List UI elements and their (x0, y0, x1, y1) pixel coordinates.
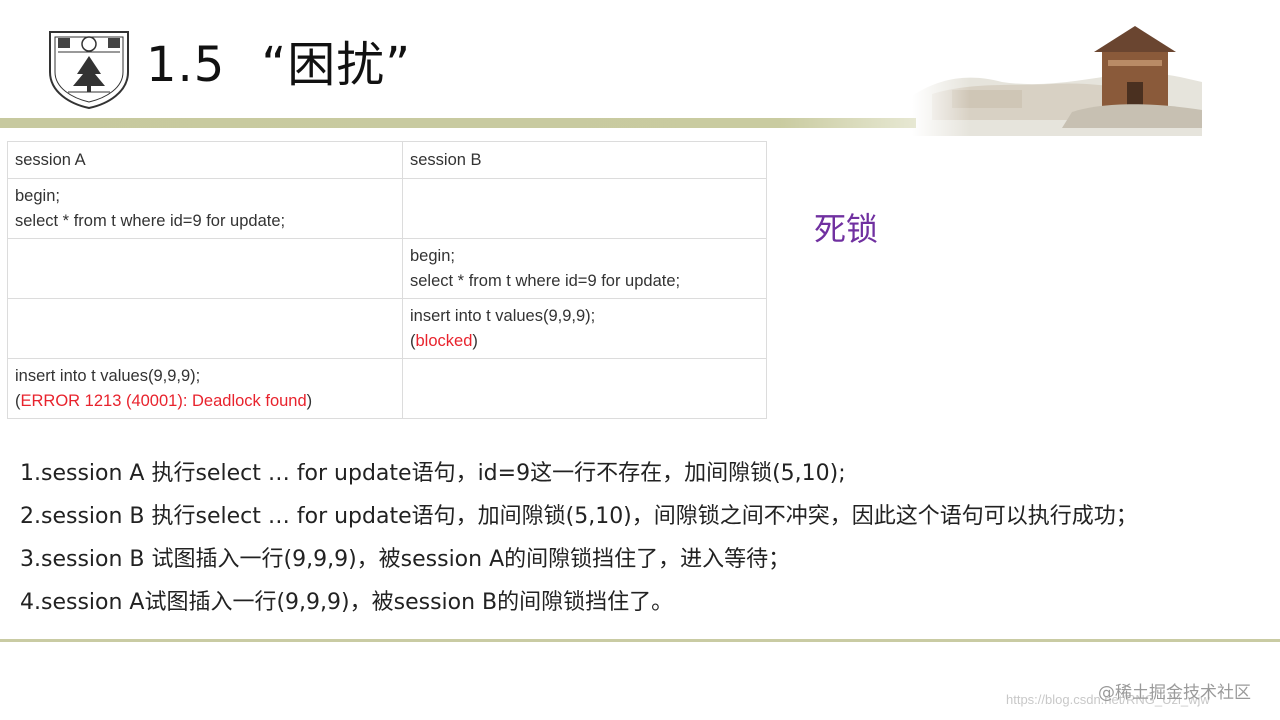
slide-title-text: “困扰” (261, 37, 412, 93)
table-row: begin; select * from t where id=9 for up… (7, 178, 767, 239)
table-header-row: session A session B (7, 141, 767, 179)
slide-title: 1.5 “困扰” (146, 30, 411, 100)
university-building-photo-icon (912, 16, 1202, 136)
deadlock-label: 死锁 (814, 210, 879, 248)
explanation-item: 2.session B 执行select … for update语句，加间隙锁… (20, 504, 1138, 529)
code-line: select * from t where id=9 for update; (15, 211, 286, 230)
watermark-brand: @稀土掘金技术社区 (1098, 683, 1251, 703)
code-line: insert into t values(9,9,9); (410, 306, 596, 325)
header-accent-band (0, 118, 916, 128)
session-b-cell (402, 178, 767, 239)
paren-close: ) (306, 391, 313, 410)
code-line: select * from t where id=9 for update; (410, 271, 681, 290)
deadlock-error: ERROR 1213 (40001): Deadlock found (20, 391, 307, 410)
paren-close: ) (472, 331, 478, 350)
session-b-cell (402, 358, 767, 419)
slide-number: 1.5 (146, 37, 226, 93)
explanation-item: 1.session A 执行select … for update语句，id=9… (20, 461, 846, 486)
session-table: session A session B begin; select * from… (7, 141, 767, 419)
explanation-item: 4.session A试图插入一行(9,9,9)，被session B的间隙锁挡… (20, 590, 674, 615)
code-line: begin; (15, 186, 60, 205)
explanation-list: 1.session A 执行select … for update语句，id=9… (20, 452, 1260, 624)
table-row: insert into t values(9,9,9); (blocked) (7, 298, 767, 359)
session-a-cell: begin; select * from t where id=9 for up… (7, 178, 403, 239)
explanation-item: 3.session B 试图插入一行(9,9,9)，被session A的间隙锁… (20, 547, 791, 572)
session-a-cell (7, 238, 403, 299)
column-header-session-a: session A (7, 141, 403, 179)
footer-divider (0, 639, 1280, 642)
column-header-session-b: session B (402, 141, 767, 179)
error-status-line: (ERROR 1213 (40001): Deadlock found) (15, 389, 395, 414)
session-b-cell: insert into t values(9,9,9); (blocked) (402, 298, 767, 359)
blocked-status-line: (blocked) (410, 329, 759, 354)
code-line: insert into t values(9,9,9); (15, 366, 201, 385)
table-row: begin; select * from t where id=9 for up… (7, 238, 767, 299)
nanjing-university-seal-icon (49, 31, 129, 110)
session-a-cell: insert into t values(9,9,9); (ERROR 1213… (7, 358, 403, 419)
code-line: begin; (410, 246, 455, 265)
table-row: insert into t values(9,9,9); (ERROR 1213… (7, 358, 767, 419)
session-a-cell (7, 298, 403, 359)
blocked-status: blocked (415, 331, 473, 350)
session-b-cell: begin; select * from t where id=9 for up… (402, 238, 767, 299)
